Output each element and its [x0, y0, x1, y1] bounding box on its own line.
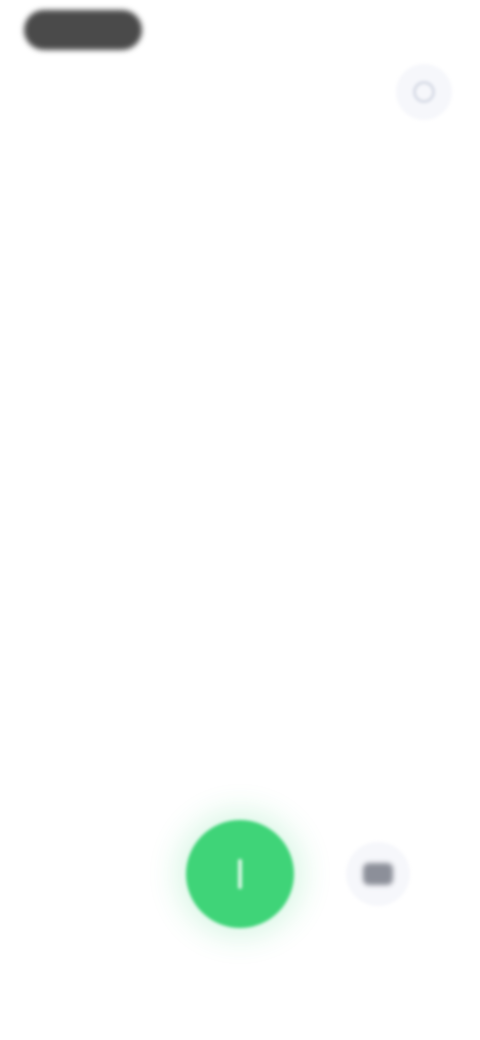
top-status-pill[interactable] — [24, 10, 142, 50]
microphone-button[interactable] — [186, 820, 294, 928]
microphone-icon — [238, 859, 242, 889]
gear-icon — [413, 81, 435, 103]
keyboard-icon — [363, 863, 393, 885]
keyboard-button[interactable] — [346, 842, 410, 906]
app-screen — [0, 0, 480, 1040]
prompt-content — [40, 396, 440, 450]
prompt-headline — [150, 396, 330, 436]
settings-button[interactable] — [396, 64, 452, 120]
